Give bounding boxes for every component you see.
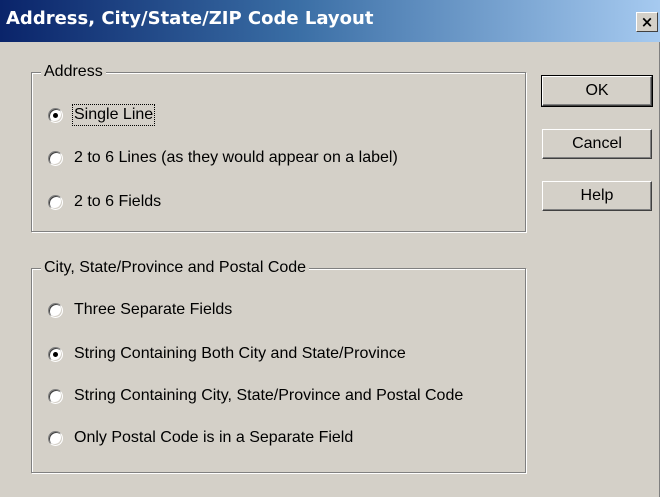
address-group: Address Single Line 2 to 6 Lines (as the… — [31, 63, 526, 232]
address-group-label: Address — [41, 63, 106, 81]
radio-button[interactable] — [48, 150, 63, 166]
radio-button[interactable] — [48, 388, 63, 404]
city-state-postal-group: City, State/Province and Postal Code Thr… — [31, 259, 526, 473]
city-group-label: City, State/Province and Postal Code — [41, 259, 310, 277]
radio-label: 2 to 6 Lines (as they would appear on a … — [74, 149, 398, 166]
help-button[interactable]: Help — [542, 181, 652, 211]
radio-2-to-6-fields[interactable]: 2 to 6 Fields — [48, 193, 161, 211]
cancel-button[interactable]: Cancel — [542, 129, 652, 159]
radio-label: String Containing City, State/Province a… — [74, 387, 464, 404]
radio-2-to-6-lines[interactable]: 2 to 6 Lines (as they would appear on a … — [48, 149, 398, 167]
radio-button-checked[interactable] — [48, 346, 63, 362]
radio-three-separate-fields[interactable]: Three Separate Fields — [48, 301, 232, 319]
radio-only-postal-separate[interactable]: Only Postal Code is in a Separate Field — [48, 429, 353, 447]
ok-button[interactable]: OK — [541, 75, 653, 107]
radio-button[interactable] — [48, 194, 63, 210]
radio-city-and-state[interactable]: String Containing Both City and State/Pr… — [48, 345, 406, 363]
title-bar[interactable]: Address, City/State/ZIP Code Layout × — [0, 0, 660, 42]
radio-city-state-postal[interactable]: String Containing City, State/Province a… — [48, 387, 463, 405]
window-title: Address, City/State/ZIP Code Layout — [6, 8, 374, 29]
radio-label: Single Line — [71, 104, 156, 126]
radio-label: Three Separate Fields — [74, 301, 233, 318]
radio-label: Only Postal Code is in a Separate Field — [74, 429, 354, 446]
radio-button[interactable] — [48, 302, 63, 318]
dialog-window: Address, City/State/ZIP Code Layout × Ad… — [0, 0, 660, 497]
radio-button[interactable] — [48, 430, 63, 446]
radio-single-line[interactable]: Single Line — [48, 104, 156, 126]
radio-button-checked[interactable] — [48, 107, 63, 123]
close-icon: × — [640, 12, 654, 31]
radio-label: 2 to 6 Fields — [74, 193, 162, 210]
radio-label: String Containing Both City and State/Pr… — [74, 345, 406, 362]
close-button[interactable]: × — [636, 12, 658, 32]
